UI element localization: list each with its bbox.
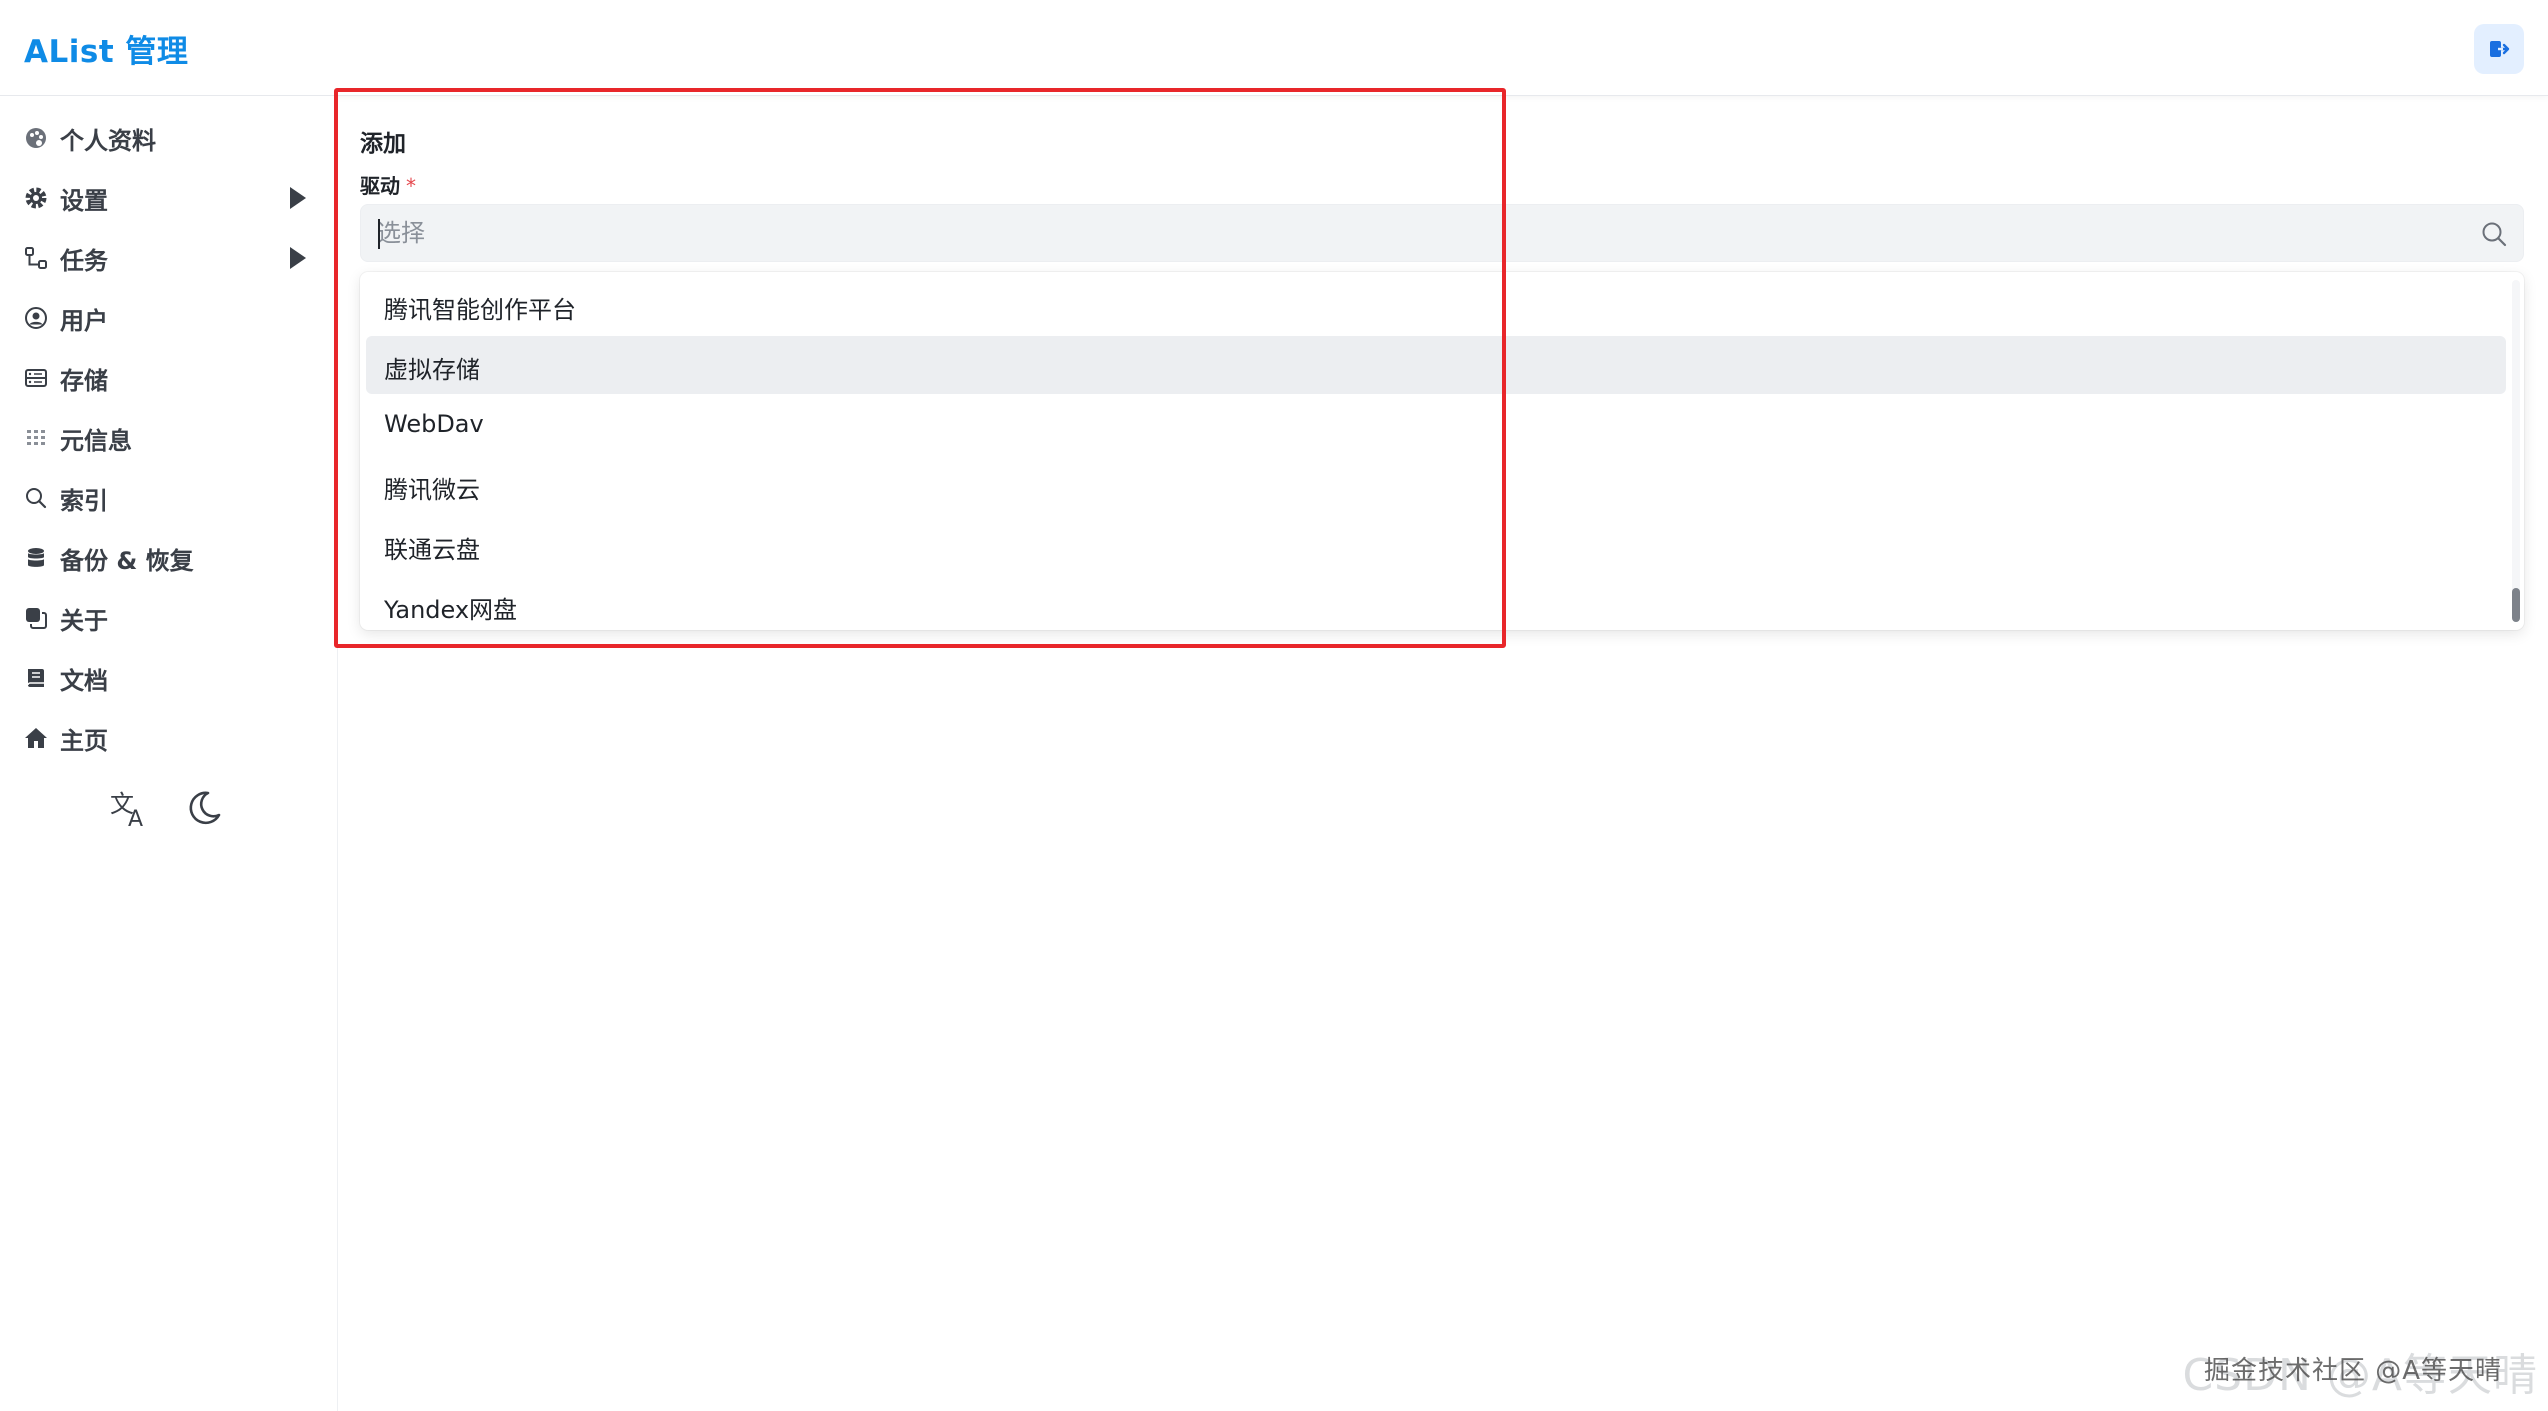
logout-button[interactable] — [2474, 24, 2524, 74]
option-label: Yandex网盘 — [384, 596, 518, 624]
sidebar-item-index[interactable]: 索引 — [0, 470, 338, 526]
sidebar-item-label: 存储 — [60, 366, 108, 395]
sidebar-item-label: 元信息 — [60, 426, 132, 455]
list-item[interactable]: 联通云盘 — [366, 516, 2506, 574]
scrollbar-thumb[interactable] — [2512, 588, 2520, 622]
list-item[interactable]: 虚拟存储 — [366, 336, 2506, 394]
list-item[interactable]: WebDav — [366, 396, 2506, 454]
sidebar-item-label: 设置 — [60, 186, 108, 215]
option-label: 联通云盘 — [384, 536, 480, 564]
expand-arrow-icon[interactable] — [290, 187, 306, 209]
page-title: 添加 — [360, 131, 406, 157]
copy-icon — [22, 604, 50, 632]
home-icon — [22, 724, 50, 752]
sidebar-item-label: 索引 — [60, 486, 108, 515]
dropdown-scrollbar[interactable] — [2512, 280, 2520, 622]
driver-field-label: 驱动 * — [360, 170, 416, 199]
option-label: 腾讯智能创作平台 — [384, 296, 576, 324]
sidebar-item-tasks[interactable]: 任务 — [0, 230, 338, 286]
sidebar-item-label: 任务 — [60, 246, 108, 275]
sidebar-item-storage[interactable]: 存储 — [0, 350, 338, 406]
expand-arrow-icon[interactable] — [290, 247, 306, 269]
sidebar-footer: 文A — [108, 786, 226, 830]
sidebar-item-label: 主页 — [60, 726, 108, 755]
driver-select[interactable] — [360, 204, 2524, 262]
sidebar-item-label: 备份 & 恢复 — [60, 546, 194, 575]
list-item[interactable]: 腾讯智能创作平台 — [366, 276, 2506, 334]
sidebar-item-backup-restore[interactable]: 备份 & 恢复 — [0, 530, 338, 586]
sidebar: 个人资料 设置 任务 用户 存储 元信息 索引 备份 & 恢复 关于 文档 主页… — [0, 96, 338, 1411]
book-icon — [22, 664, 50, 692]
search-icon[interactable] — [2479, 219, 2509, 249]
required-mark: * — [406, 174, 416, 198]
translate-icon[interactable]: 文A — [108, 786, 152, 830]
sidebar-item-metadata[interactable]: 元信息 — [0, 410, 338, 466]
user-circle-icon — [22, 304, 50, 332]
gear-icon — [22, 184, 50, 212]
palette-icon — [22, 124, 50, 152]
search-icon — [22, 484, 50, 512]
sidebar-item-profile[interactable]: 个人资料 — [0, 110, 338, 166]
top-header: AList 管理 — [0, 0, 2548, 96]
storage-icon — [22, 364, 50, 392]
watermark: CSDN @A等天晴 掘金技术社区 @A等天晴 — [2182, 1339, 2538, 1403]
option-label: 虚拟存储 — [384, 356, 480, 384]
list-item[interactable]: Yandex网盘 — [366, 576, 2506, 630]
sidebar-item-users[interactable]: 用户 — [0, 290, 338, 346]
grid-icon — [22, 424, 50, 452]
driver-search-input[interactable] — [377, 205, 2457, 261]
watermark-small-text: 掘金技术社区 @A等天晴 — [2203, 1356, 2502, 1386]
moon-icon[interactable] — [182, 786, 226, 830]
sidebar-item-settings[interactable]: 设置 — [0, 170, 338, 226]
list-item[interactable]: 腾讯微云 — [366, 456, 2506, 514]
driver-label-text: 驱动 — [360, 174, 400, 198]
main-content: 添加 驱动* 腾讯智能创作平台 虚拟存储 WebDav 腾讯微云 联通云盘 Ya… — [338, 96, 2548, 1411]
sidebar-item-label: 个人资料 — [60, 126, 156, 155]
option-label: WebDav — [384, 410, 484, 438]
app-title[interactable]: AList 管理 — [24, 26, 188, 71]
sidebar-item-about[interactable]: 关于 — [0, 590, 338, 646]
option-label: 腾讯微云 — [384, 476, 480, 504]
flow-icon — [22, 244, 50, 272]
logout-icon — [2490, 41, 2510, 57]
driver-options-dropdown: 腾讯智能创作平台 虚拟存储 WebDav 腾讯微云 联通云盘 Yandex网盘 — [360, 272, 2524, 630]
sidebar-item-label: 文档 — [60, 666, 108, 695]
svg-text:A: A — [128, 807, 143, 830]
sidebar-item-label: 用户 — [60, 306, 108, 335]
sidebar-item-home[interactable]: 主页 — [0, 710, 338, 766]
sidebar-item-docs[interactable]: 文档 — [0, 650, 338, 706]
database-icon — [22, 544, 50, 572]
sidebar-item-label: 关于 — [60, 606, 108, 635]
text-cursor — [378, 219, 380, 249]
